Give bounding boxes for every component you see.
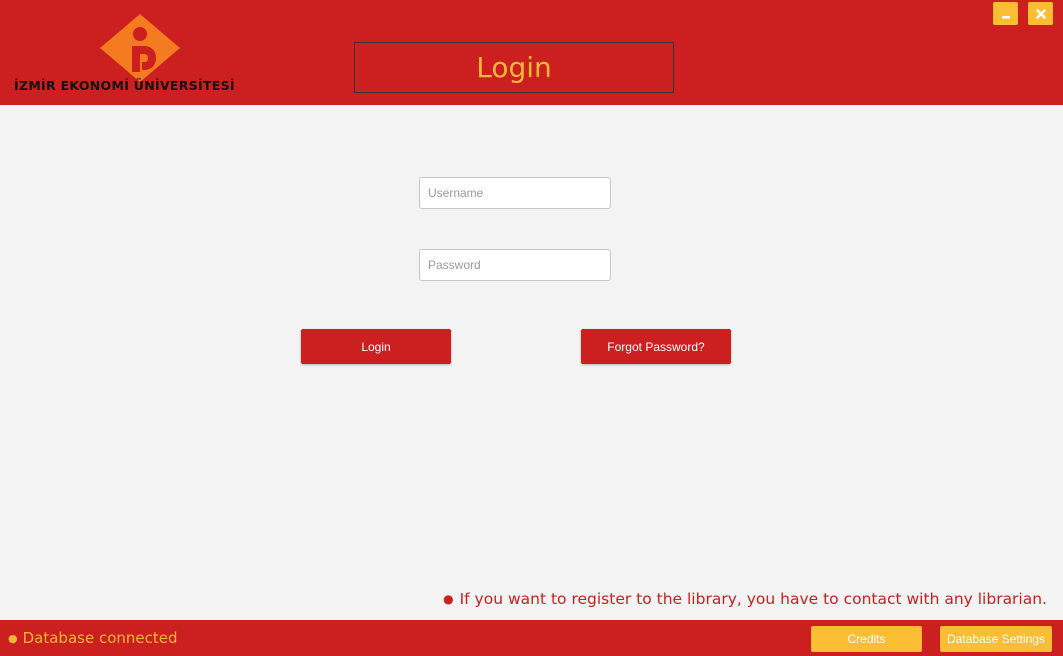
database-status: ● Database connected: [8, 629, 178, 647]
database-settings-button[interactable]: Database Settings: [940, 626, 1052, 652]
registration-notice: ● If you want to register to the library,…: [443, 590, 1047, 608]
status-dot-icon: ●: [8, 632, 18, 645]
registration-notice-text: If you want to register to the library, …: [459, 590, 1047, 608]
close-button[interactable]: [1028, 2, 1053, 25]
minimize-icon: [1001, 15, 1010, 18]
university-logo: İZMİR EKONOMİ ÜNİVERSİTESİ: [14, 12, 264, 96]
forgot-password-button[interactable]: Forgot Password?: [581, 329, 731, 364]
bullet-icon: ●: [443, 592, 454, 606]
university-name: İZMİR EKONOMİ ÜNİVERSİTESİ: [14, 78, 235, 93]
page-title: Login: [476, 51, 552, 84]
logo-mark-icon: [100, 14, 180, 82]
credits-button[interactable]: Credits: [811, 626, 922, 652]
footer-bar: ● Database connected Credits Database Set…: [0, 620, 1063, 656]
database-status-text: Database connected: [22, 629, 178, 647]
login-button[interactable]: Login: [301, 329, 451, 364]
minimize-button[interactable]: [993, 2, 1018, 25]
page-title-box: Login: [354, 42, 674, 93]
username-input[interactable]: [419, 177, 611, 209]
password-input[interactable]: [419, 249, 611, 281]
header-bar: İZMİR EKONOMİ ÜNİVERSİTESİ Login: [0, 0, 1063, 105]
close-icon: [1035, 8, 1046, 19]
